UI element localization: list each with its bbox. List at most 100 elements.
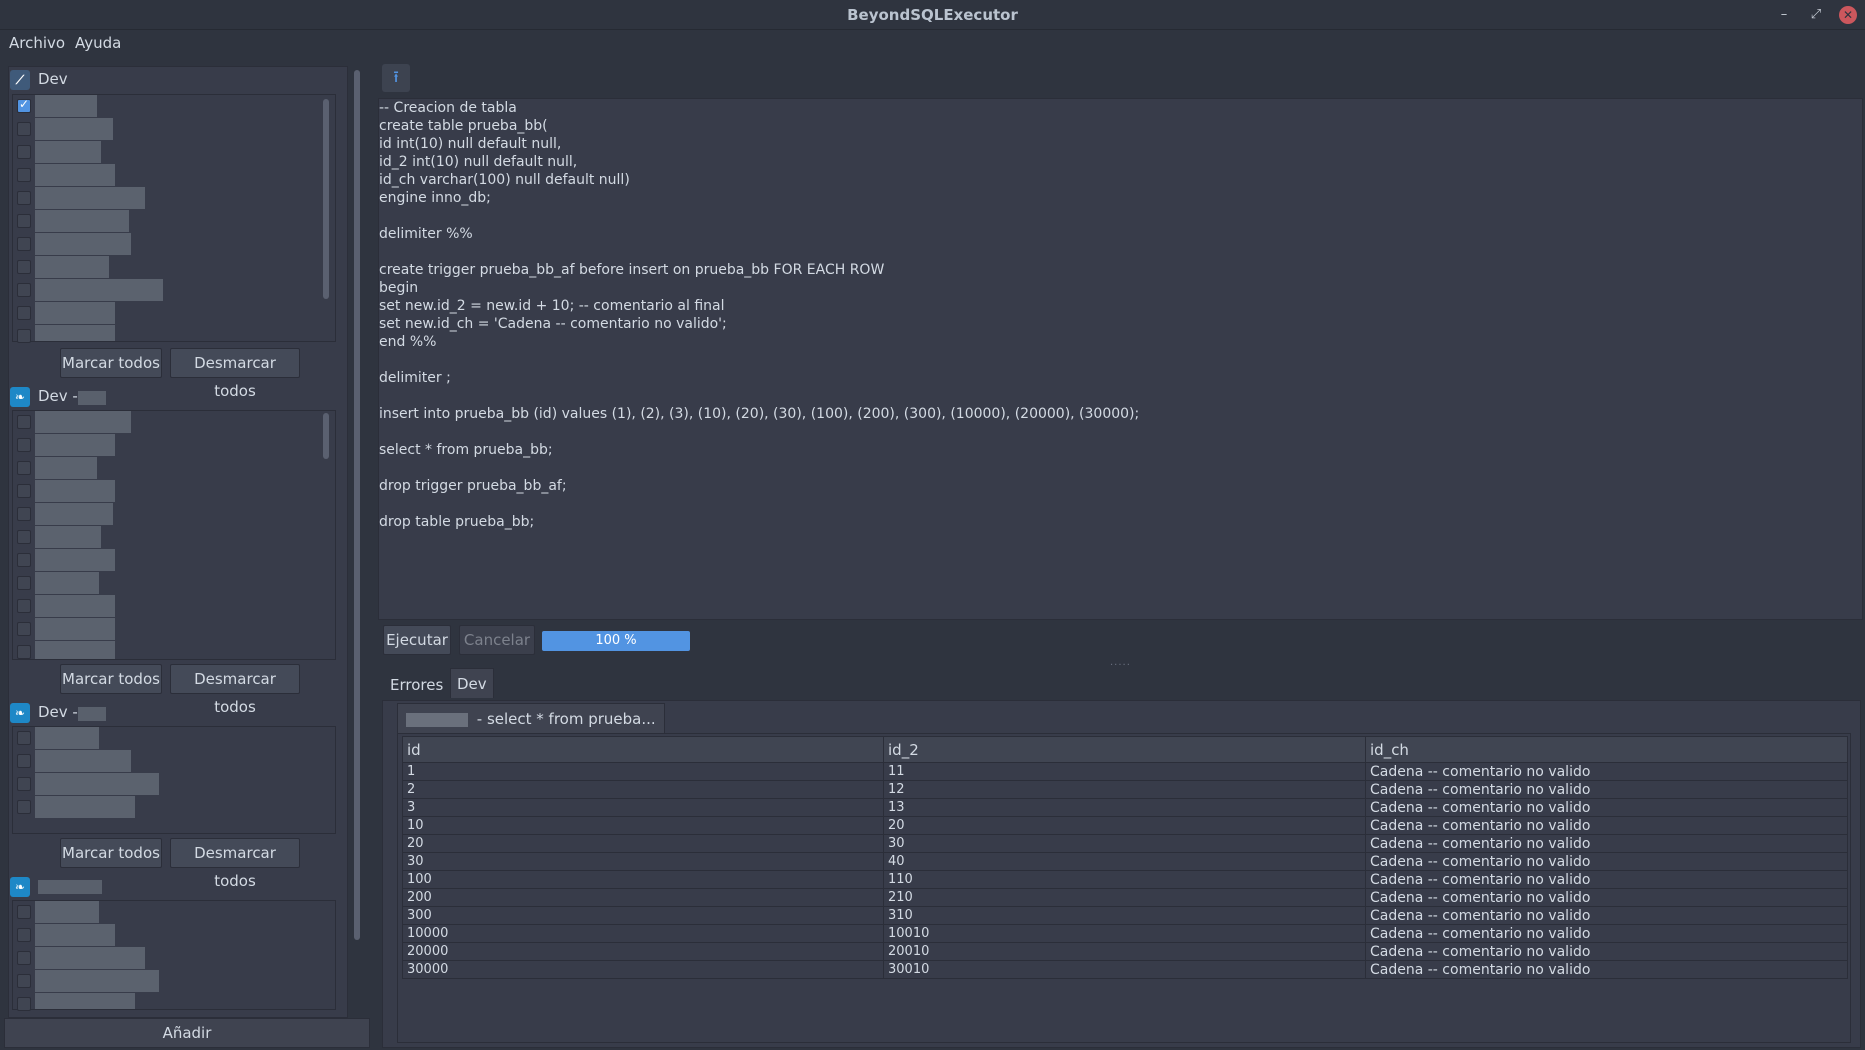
checkbox[interactable] <box>17 122 31 136</box>
checkbox[interactable] <box>17 530 31 544</box>
minimize-icon[interactable]: – <box>1775 6 1793 24</box>
cell[interactable]: 12 <box>883 780 1366 799</box>
add-connection-button[interactable]: Añadir <box>4 1018 370 1048</box>
cell[interactable]: 3 <box>402 798 884 817</box>
menu-ayuda[interactable]: Ayuda <box>75 34 121 52</box>
cell[interactable]: 110 <box>883 870 1366 889</box>
checkbox[interactable] <box>17 800 31 814</box>
connection-header[interactable]: ❧ <box>4 875 334 899</box>
cell[interactable]: 300 <box>402 906 884 925</box>
close-icon[interactable]: ✕ <box>1839 6 1857 24</box>
checkbox[interactable] <box>17 484 31 498</box>
table-row[interactable]: 3 13 Cadena -- comentario no valido <box>402 798 1848 817</box>
list-item[interactable] <box>17 480 317 502</box>
checkbox[interactable] <box>17 777 31 791</box>
list-item[interactable] <box>17 526 317 548</box>
table-row[interactable]: 2 12 Cadena -- comentario no valido <box>402 780 1848 799</box>
checkbox[interactable] <box>17 237 31 251</box>
list-item[interactable] <box>17 233 317 255</box>
checkbox[interactable] <box>17 905 31 919</box>
checkbox[interactable] <box>17 576 31 590</box>
list-item[interactable] <box>17 279 317 301</box>
mark-all-button[interactable]: Marcar todos <box>60 838 162 868</box>
cell[interactable]: 20000 <box>402 942 884 961</box>
column-header-id-ch[interactable]: id_ch <box>1365 736 1848 763</box>
sql-text[interactable]: -- Creacion de tabla create table prueba… <box>379 99 1139 531</box>
table-row[interactable]: 300 310 Cadena -- comentario no valido <box>402 906 1848 925</box>
checkbox[interactable] <box>17 553 31 567</box>
checkbox[interactable] <box>17 283 31 297</box>
column-header-id-2[interactable]: id_2 <box>883 736 1366 763</box>
checkbox[interactable] <box>17 622 31 636</box>
list-item[interactable] <box>17 210 317 232</box>
table-row[interactable]: 100 110 Cadena -- comentario no valido <box>402 870 1848 889</box>
cell[interactable]: 100 <box>402 870 884 889</box>
cell[interactable]: 10010 <box>883 924 1366 943</box>
checkbox[interactable] <box>17 97 31 113</box>
list-item[interactable] <box>17 256 317 278</box>
list-item[interactable] <box>17 95 317 117</box>
cell[interactable]: Cadena -- comentario no valido <box>1365 816 1848 835</box>
checkbox[interactable] <box>17 461 31 475</box>
checkbox[interactable] <box>17 974 31 988</box>
unmark-all-button[interactable]: Desmarcar todos <box>170 838 300 890</box>
cell[interactable]: Cadena -- comentario no valido <box>1365 960 1848 979</box>
menu-archivo[interactable]: Archivo <box>9 34 65 52</box>
cell[interactable]: Cadena -- comentario no valido <box>1365 924 1848 943</box>
list-item[interactable] <box>17 595 317 617</box>
connection-header[interactable]: ❧ Dev - <box>4 385 334 409</box>
list-item[interactable] <box>17 773 317 795</box>
cell[interactable]: 13 <box>883 798 1366 817</box>
cancel-button[interactable]: Cancelar <box>459 625 535 655</box>
table-row[interactable]: 20000 20010 Cadena -- comentario no valido <box>402 942 1848 961</box>
splitter-handle[interactable]: ····· <box>1110 660 1131 671</box>
tab-dev[interactable]: Dev <box>450 668 494 698</box>
checkbox[interactable] <box>17 438 31 452</box>
list-item[interactable] <box>17 411 317 433</box>
cell[interactable]: 11 <box>883 762 1366 781</box>
cell[interactable]: 30010 <box>883 960 1366 979</box>
mark-all-button[interactable]: Marcar todos <box>60 664 162 694</box>
checkbox[interactable] <box>17 415 31 429</box>
list-item[interactable] <box>17 325 317 343</box>
list-scrollbar[interactable] <box>323 99 329 299</box>
list-item[interactable] <box>17 970 317 992</box>
unmark-all-button[interactable]: Desmarcar todos <box>170 664 300 716</box>
checkbox[interactable] <box>17 306 31 320</box>
cell[interactable]: 2 <box>402 780 884 799</box>
list-item[interactable] <box>17 796 317 818</box>
table-row[interactable]: 30000 30010 Cadena -- comentario no valido <box>402 960 1848 979</box>
table-row[interactable]: 1 11 Cadena -- comentario no valido <box>402 762 1848 781</box>
cell[interactable]: Cadena -- comentario no valido <box>1365 870 1848 889</box>
cell[interactable]: 30 <box>402 852 884 871</box>
list-item[interactable] <box>17 924 317 946</box>
restore-icon[interactable]: ⤢ <box>1807 6 1825 24</box>
checkbox[interactable] <box>17 997 31 1011</box>
cell[interactable]: 30 <box>883 834 1366 853</box>
list-item[interactable] <box>17 618 317 640</box>
cell[interactable]: 30000 <box>402 960 884 979</box>
checkbox[interactable] <box>17 731 31 745</box>
cell[interactable]: Cadena -- comentario no valido <box>1365 762 1848 781</box>
list-item[interactable] <box>17 164 317 186</box>
list-scrollbar[interactable] <box>323 413 329 459</box>
checkbox[interactable] <box>17 951 31 965</box>
sql-editor[interactable]: -- Creacion de tabla create table prueba… <box>378 98 1863 620</box>
list-item[interactable] <box>17 187 317 209</box>
table-row[interactable]: 20 30 Cadena -- comentario no valido <box>402 834 1848 853</box>
list-item[interactable] <box>17 641 317 659</box>
list-item[interactable] <box>17 947 317 969</box>
connection-header[interactable]: ❧ Dev - <box>4 701 334 725</box>
table-row[interactable]: 10000 10010 Cadena -- comentario no valido <box>402 924 1848 943</box>
cell[interactable]: 40 <box>883 852 1366 871</box>
cell[interactable]: Cadena -- comentario no valido <box>1365 942 1848 961</box>
cell[interactable]: Cadena -- comentario no valido <box>1365 780 1848 799</box>
cell[interactable]: 310 <box>883 906 1366 925</box>
connection-header[interactable]: ⟋ Dev <box>4 68 334 92</box>
upload-icon[interactable]: ⭱ <box>382 64 410 92</box>
column-header-id[interactable]: id <box>402 736 884 763</box>
execute-button[interactable]: Ejecutar <box>383 625 451 655</box>
cell[interactable]: 210 <box>883 888 1366 907</box>
list-item[interactable] <box>17 572 317 594</box>
list-item[interactable] <box>17 457 317 479</box>
